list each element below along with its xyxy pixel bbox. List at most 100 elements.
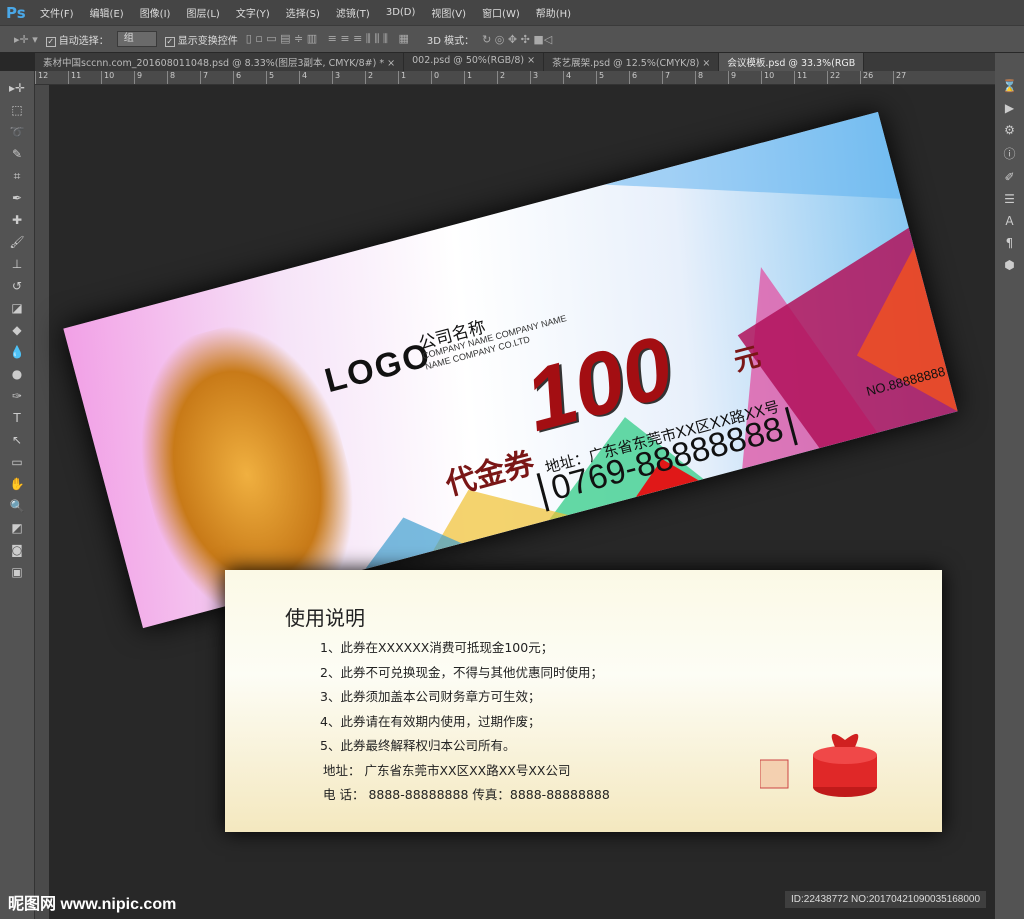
tab-label: 002.psd @ 50%(RGB/8): [412, 55, 525, 66]
ruler-tick: 6: [233, 71, 266, 84]
stamp-tool-icon[interactable]: ⊥: [12, 257, 22, 276]
marquee-tool-icon[interactable]: ⬚: [11, 103, 22, 122]
menu-bar: Ps 文件(F) 编辑(E) 图像(I) 图层(L) 文字(Y) 选择(S) 滤…: [0, 0, 1024, 25]
checkmark-icon: ✓: [45, 36, 56, 47]
small-gift-box: [760, 759, 789, 789]
tab-document[interactable]: 002.psd @ 50%(RGB/8) ×: [404, 53, 545, 71]
move-tool-icon[interactable]: ▸✛ ▾: [14, 33, 38, 46]
gift-box-icon: [760, 733, 877, 797]
ruler-tick: 6: [629, 71, 662, 84]
menu-file[interactable]: 文件(F): [40, 5, 74, 20]
menu-image[interactable]: 图像(I): [140, 5, 171, 20]
ruler-tick: 5: [596, 71, 629, 84]
tab-document[interactable]: 茶艺展架.psd @ 12.5%(CMYK/8) ×: [544, 53, 720, 71]
screen-mode-icon[interactable]: ▣: [11, 565, 22, 584]
rule-item: 1、此券在XXXXXX消费可抵现金100元；: [320, 640, 554, 655]
show-transform-checkbox[interactable]: ✓ 显示变换控件: [164, 32, 238, 47]
move-tool-icon[interactable]: ▸✛: [9, 81, 25, 100]
properties-icon[interactable]: ⚙: [1004, 123, 1015, 137]
ruler-tick: 8: [167, 71, 200, 84]
auto-select-dropdown[interactable]: 组: [116, 31, 157, 47]
rule-item: 3、此券须加盖本公司财务章方可生效；: [320, 689, 541, 704]
show-transform-label: 显示变换控件: [177, 35, 238, 47]
gift-bow: [831, 733, 859, 747]
healing-tool-icon[interactable]: ✚: [12, 213, 22, 232]
auto-select-checkbox[interactable]: ✓ 自动选择：: [45, 32, 109, 47]
color-swatches-icon[interactable]: ◩: [11, 521, 22, 540]
gift-lid: [813, 746, 877, 764]
menu-edit[interactable]: 编辑(E): [90, 5, 124, 20]
ruler-tick: 2: [497, 71, 530, 84]
3d-mode-label: 3D 模式：: [426, 35, 475, 47]
brush-tool-icon[interactable]: 🖌: [9, 235, 24, 254]
ruler-tick: 5: [266, 71, 299, 84]
menu-select[interactable]: 选择(S): [286, 5, 320, 20]
bucket-tool-icon[interactable]: ◆: [12, 323, 21, 342]
auto-select-label: 自动选择：: [58, 35, 109, 47]
rule-item: 5、此券最终解释权归本公司所有。: [320, 738, 516, 753]
ruler-tick: 1: [464, 71, 497, 84]
menu-3d[interactable]: 3D(D): [386, 7, 416, 18]
menu-view[interactable]: 视图(V): [431, 5, 466, 20]
menu-window[interactable]: 窗口(W): [482, 5, 520, 20]
close-icon[interactable]: ×: [702, 58, 710, 69]
menu-layer[interactable]: 图层(L): [186, 5, 219, 20]
ruler-tick: 22: [827, 71, 860, 84]
ruler-tick: 2: [365, 71, 398, 84]
zoom-tool-icon[interactable]: 🔍: [10, 499, 25, 518]
quick-select-tool-icon[interactable]: ✎: [12, 147, 22, 166]
type-tool-icon[interactable]: T: [13, 411, 20, 430]
lasso-tool-icon[interactable]: ➰: [10, 125, 25, 144]
usage-title: 使用说明: [285, 606, 365, 630]
3d-panel-icon[interactable]: ⬢: [1004, 258, 1014, 272]
align-icons[interactable]: ▯ ▫ ▭ ▤ ≑ ▥ ≡ ≡ ≡ ⫼ ⫼ ⫼ ▦: [246, 32, 409, 46]
rule-item: 4、此券请在有效期内使用，过期作废；: [320, 713, 541, 729]
paragraph-panel-icon[interactable]: ¶: [1006, 236, 1014, 250]
history-brush-icon[interactable]: ↺: [12, 279, 22, 298]
history-panel-icon[interactable]: ⌛: [1002, 79, 1017, 93]
ruler-tick: 7: [200, 71, 233, 84]
ruler-tick: 27: [893, 71, 926, 84]
hand-tool-icon[interactable]: ✋: [10, 477, 25, 496]
shape-tool-icon[interactable]: ▭: [11, 455, 22, 474]
3d-mode-icons[interactable]: ↻ ◎ ✥ ✣ ■◁: [482, 33, 552, 46]
tab-document-active[interactable]: 会议模板.psd @ 33.3%(RGB: [719, 53, 865, 71]
watermark-site: 昵图网 www.nipic.com: [8, 896, 177, 913]
ruler-tick: 10: [761, 71, 794, 84]
close-icon[interactable]: ×: [527, 55, 535, 66]
back-address: 地址： 广东省东莞市XX区XX路XX号XX公司: [323, 763, 571, 778]
character-panel-icon[interactable]: A: [1005, 214, 1013, 228]
menu-help[interactable]: 帮助(H): [536, 5, 571, 20]
ruler-tick: 26: [860, 71, 893, 84]
eyedropper-tool-icon[interactable]: ✒: [12, 191, 22, 210]
right-panel-strip: ⌛ ▶ ⚙ ⓘ ✐ ☰ A ¶ ⬢: [995, 53, 1024, 919]
blur-tool-icon[interactable]: 💧: [10, 345, 25, 364]
path-select-icon[interactable]: ↖: [12, 433, 22, 452]
usage-rules: 1、此券在XXXXXX消费可抵现金100元； 2、此券不可兑换现金，不得与其他优…: [320, 636, 603, 759]
tab-label: 茶艺展架.psd @ 12.5%(CMYK/8): [552, 58, 700, 69]
back-contact: 电 话： 8888-88888888 传真：8888-88888888: [323, 787, 610, 802]
menu-filter[interactable]: 滤镜(T): [336, 5, 370, 20]
dodge-tool-icon[interactable]: ●: [12, 367, 22, 386]
adjust-icon[interactable]: ☰: [1004, 192, 1015, 206]
ruler-tick: 11: [68, 71, 101, 84]
pen-tool-icon[interactable]: ✑: [12, 389, 22, 408]
voucher-front[interactable]: LOGO 公司名称 COMPANY NAME COMPANY NAME NAME…: [63, 111, 958, 629]
rule-item: 2、此券不可兑换现金，不得与其他优惠同时使用；: [320, 664, 603, 680]
info-icon[interactable]: ⓘ: [1003, 145, 1015, 162]
crop-tool-icon[interactable]: ⌗: [14, 169, 21, 188]
actions-play-icon[interactable]: ▶: [1005, 101, 1014, 115]
tab-document[interactable]: 素材中国sccnn.com_201608011048.psd @ 8.33%(图…: [35, 53, 405, 71]
close-icon[interactable]: ×: [387, 58, 395, 69]
watermark-id: ID:22438772 NO:20170421090035168000: [785, 891, 987, 908]
options-bar: ▸✛ ▾ ✓ 自动选择： 组 ✓ 显示变换控件 ▯ ▫ ▭ ▤ ≑ ▥ ≡ ≡ ≡ …: [0, 25, 1024, 52]
brush-panel-icon[interactable]: ✐: [1004, 170, 1014, 184]
blue-corner: [604, 111, 902, 199]
eraser-tool-icon[interactable]: ◪: [11, 301, 22, 320]
quick-mask-icon[interactable]: ◙: [11, 543, 23, 562]
menu-type[interactable]: 文字(Y): [236, 5, 270, 20]
ruler-tick: 0: [431, 71, 464, 84]
ruler-tick: 10: [101, 71, 134, 84]
voucher-back[interactable]: 使用说明 1、此券在XXXXXX消费可抵现金100元； 2、此券不可兑换现金，不…: [225, 570, 942, 832]
ruler-tick: 1: [398, 71, 431, 84]
